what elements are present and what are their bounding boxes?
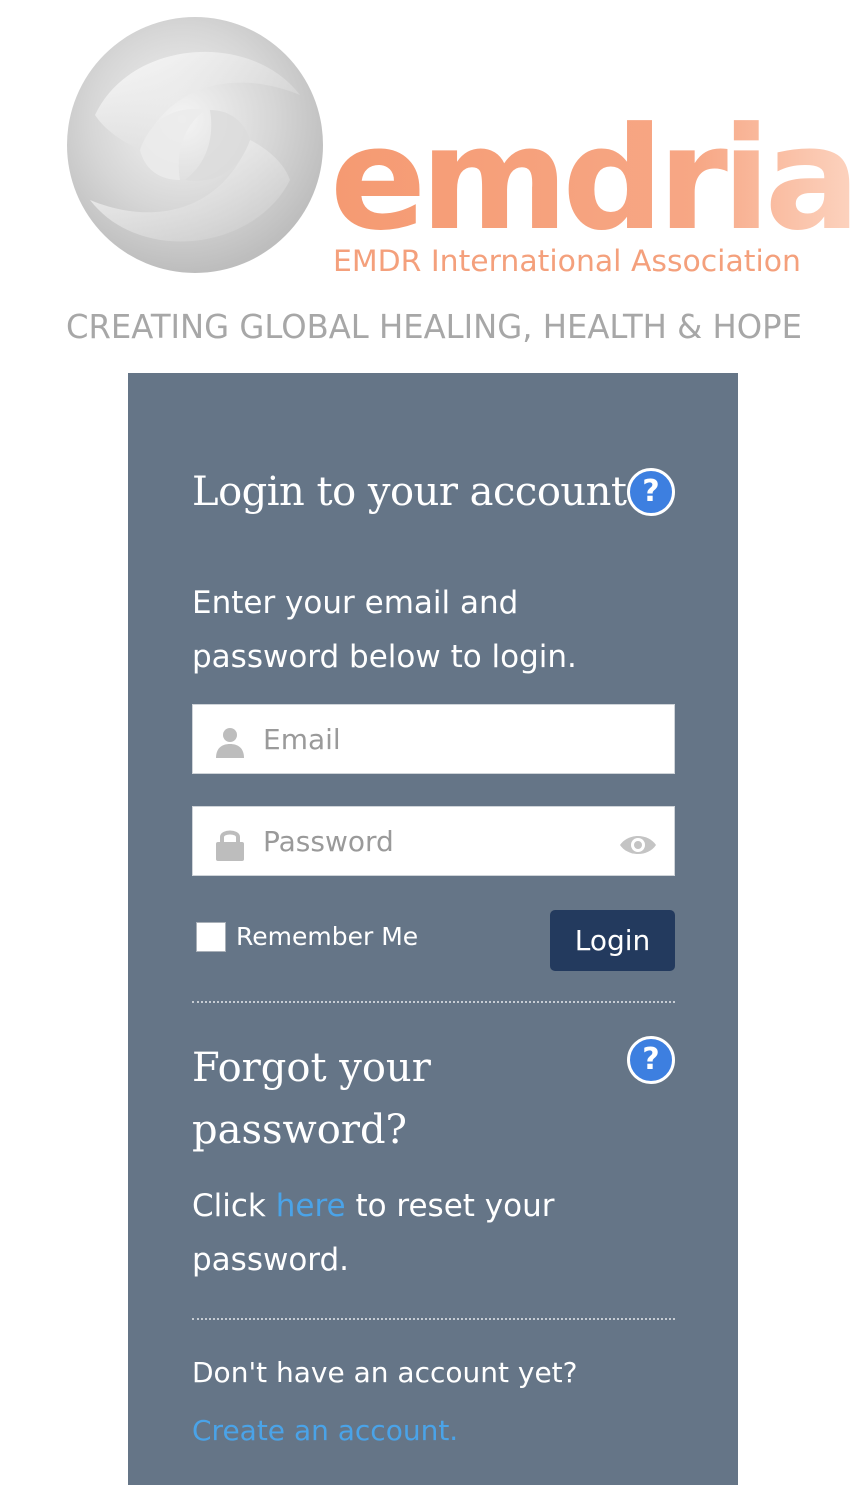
- reset-password-link[interactable]: here: [276, 1188, 346, 1224]
- divider: [192, 1001, 675, 1003]
- question-circle-icon[interactable]: ?: [627, 468, 675, 516]
- question-circle-icon[interactable]: ?: [627, 1036, 675, 1084]
- login-card: Login to your account ? Enter your email…: [128, 373, 738, 1485]
- logo-subtitle: EMDR International Association: [333, 244, 801, 278]
- login-button[interactable]: Login: [550, 910, 675, 971]
- email-field[interactable]: [192, 704, 675, 774]
- remember-me-checkbox[interactable]: [196, 922, 226, 952]
- tagline: CREATING GLOBAL HEALING, HEALTH & HOPE: [66, 307, 802, 346]
- password-input[interactable]: [263, 807, 603, 875]
- login-heading: Login to your account: [192, 469, 627, 515]
- no-account-prompt: Don't have an account yet?: [192, 1356, 578, 1389]
- user-icon: [216, 728, 244, 758]
- divider: [192, 1318, 675, 1320]
- remember-me-label[interactable]: Remember Me: [236, 920, 418, 954]
- logo-wordmark: emdria: [330, 97, 854, 262]
- login-instructions: Enter your email and password below to l…: [192, 585, 577, 675]
- remember-login-row: Remember Me Login: [192, 910, 675, 972]
- orb-emblem: [67, 17, 323, 273]
- forgot-text-before: Click: [192, 1188, 276, 1224]
- emdria-logo: emdria EMDR International Association CR…: [66, 17, 860, 346]
- forgot-password-text: Click here to reset your password.: [192, 1179, 675, 1287]
- forgot-password-heading: Forgot your password?: [192, 1045, 431, 1153]
- eye-icon[interactable]: [618, 831, 658, 859]
- lock-icon: [216, 830, 244, 861]
- header-logo: emdria EMDR International Association CR…: [0, 0, 864, 360]
- login-heading-row: Login to your account ?: [192, 466, 675, 518]
- create-account-link[interactable]: Create an account.: [192, 1411, 458, 1451]
- password-field[interactable]: [192, 806, 675, 876]
- email-input[interactable]: [263, 705, 603, 773]
